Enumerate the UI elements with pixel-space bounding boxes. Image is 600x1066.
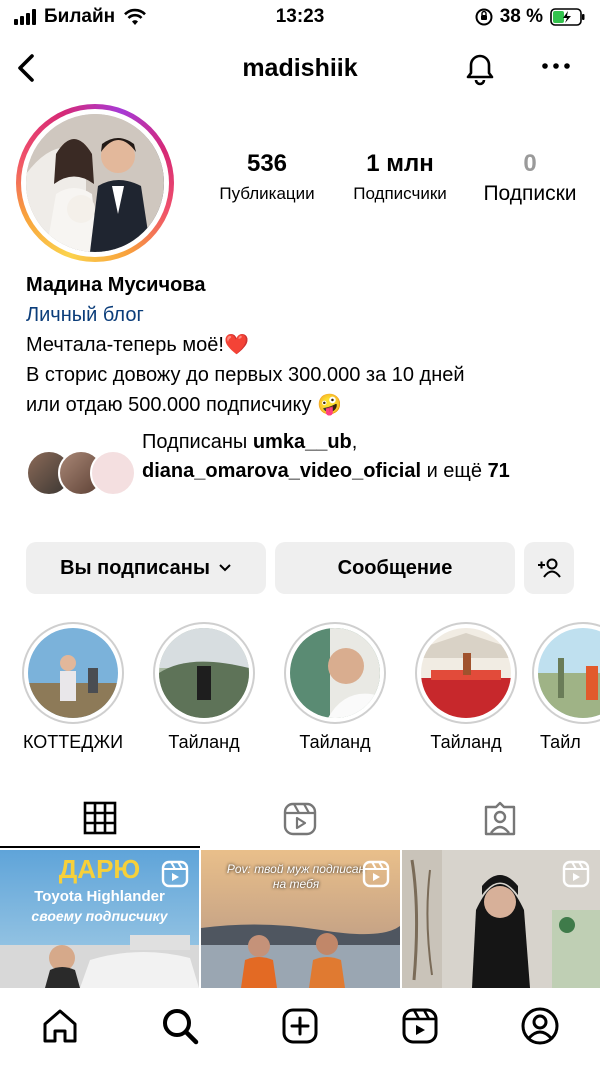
chevron-down-icon: [219, 564, 231, 572]
profile-header: madishiik: [0, 44, 600, 94]
grid-icon: [83, 801, 117, 835]
add-person-icon: [538, 558, 561, 578]
post-thumbnail[interactable]: Pov: твой муж подписан на тебя: [201, 850, 400, 988]
home-icon[interactable]: [40, 1006, 80, 1046]
profile-bio: Мадина Мусичова Личный блог Мечтала-тепе…: [26, 270, 586, 420]
status-right: 38 %: [475, 6, 586, 28]
following-button[interactable]: Вы подписаны: [26, 542, 266, 594]
profile-tabs: [0, 790, 600, 848]
stat-posts[interactable]: 536 Публикации: [205, 150, 329, 204]
avatar-photo-illustration: [26, 114, 164, 252]
followers-label: Подписчики: [353, 184, 447, 203]
post-text: Toyota Highlander: [34, 888, 165, 905]
highlight-cover: [538, 628, 600, 718]
highlight-ring: [153, 622, 255, 724]
battery-label: 38 %: [499, 6, 543, 27]
followed-by-and: и ещё: [421, 460, 488, 482]
bio-line: Мечтала-теперь моё!❤️: [26, 334, 249, 356]
profile-stats: 536 Публикации 1 млн Подписчики 0 Подпис…: [205, 150, 600, 210]
post-thumbnail[interactable]: ДАРЮ Toyota Highlander своему подписчику: [0, 850, 199, 988]
highlight-ring: [22, 622, 124, 724]
profile-avatar-story-ring[interactable]: [16, 104, 174, 262]
story-highlight[interactable]: Тайланд: [270, 622, 400, 753]
posts-grid: ДАРЮ Toyota Highlander своему подписчику…: [0, 850, 600, 988]
posts-count: 536: [246, 150, 288, 177]
follower-username[interactable]: diana_omarova_video_oficial: [142, 460, 421, 482]
message-button-label: Сообщение: [337, 556, 453, 579]
story-highlight[interactable]: Тайл: [532, 622, 600, 753]
follower-username[interactable]: umka__ub: [253, 431, 352, 453]
following-count: 0: [523, 150, 537, 177]
followed-by[interactable]: Подписаны umka__ub, diana_omarova_video_…: [26, 428, 586, 518]
profile-icon[interactable]: [520, 1006, 560, 1046]
stat-following[interactable]: 0 Подписки: [467, 150, 593, 206]
bell-icon[interactable]: [460, 48, 500, 88]
search-icon[interactable]: [160, 1006, 200, 1046]
followed-by-text: Подписаны umka__ub, diana_omarova_video_…: [142, 428, 572, 486]
story-highlight[interactable]: Тайланд: [401, 622, 531, 753]
avatar: [26, 114, 164, 252]
new-post-icon[interactable]: [280, 1006, 320, 1046]
highlight-label: КОТТЕДЖИ: [22, 732, 124, 752]
following-label: Подписки: [483, 182, 577, 205]
tab-reels[interactable]: [200, 790, 400, 848]
bottom-navigation: [0, 990, 600, 1066]
suggest-users-button[interactable]: [524, 542, 574, 594]
post-thumbnail[interactable]: [402, 850, 600, 988]
profile-actions: Вы подписаны Сообщение: [26, 542, 576, 594]
bio-line: или отдаю 500.000 подписчику 🤪: [26, 394, 342, 416]
posts-label: Публикации: [219, 184, 315, 203]
bio-line: В сторис довожу до первых 300.000 за 10 …: [26, 364, 465, 386]
post-caption: Pov: твой муж подписан на тебя: [226, 862, 366, 891]
highlight-label: Тайланд: [168, 732, 240, 752]
profile-full-name: Мадина Мусичова: [26, 274, 206, 296]
highlight-ring: [284, 622, 386, 724]
reels-icon: [283, 802, 317, 836]
tagged-person-icon: [484, 801, 516, 836]
highlight-cover: [421, 628, 511, 718]
profile-username: madishiik: [242, 54, 358, 82]
status-bar: Билайн 13:23 38 %: [0, 0, 600, 36]
reels-icon[interactable]: [400, 1006, 440, 1046]
highlight-ring: [532, 622, 600, 724]
highlight-cover: [159, 628, 249, 718]
highlight-label: Тайланд: [299, 732, 371, 752]
reel-badge-icon: [362, 860, 390, 888]
highlight-ring: [415, 622, 517, 724]
highlight-cover: [28, 628, 118, 718]
follower-avatar: [90, 450, 136, 496]
tab-tagged[interactable]: [400, 790, 600, 848]
highlight-label: Тайл: [540, 732, 581, 752]
tab-grid[interactable]: [0, 790, 200, 848]
story-highlight[interactable]: КОТТЕДЖИ: [8, 622, 138, 753]
profile-category[interactable]: Личный блог: [26, 300, 586, 330]
followed-by-comma: ,: [351, 431, 358, 453]
highlight-cover: [290, 628, 380, 718]
message-button[interactable]: Сообщение: [275, 542, 515, 594]
followed-by-prefix: Подписаны: [142, 431, 253, 453]
story-highlight[interactable]: Тайланд: [139, 622, 269, 753]
orientation-lock-icon: [475, 8, 493, 26]
following-button-label: Вы подписаны: [60, 556, 210, 579]
reel-badge-icon: [562, 860, 590, 888]
followers-count: 1 млн: [366, 150, 434, 177]
reel-badge-icon: [161, 860, 189, 888]
followed-by-count: 71: [487, 460, 510, 482]
more-options-icon[interactable]: [540, 54, 572, 78]
avatar-border: [21, 109, 169, 257]
battery-icon: [550, 8, 585, 26]
post-text: своему подписчику: [31, 908, 168, 924]
stat-followers[interactable]: 1 млн Подписчики: [335, 150, 465, 204]
highlight-label: Тайланд: [430, 732, 502, 752]
